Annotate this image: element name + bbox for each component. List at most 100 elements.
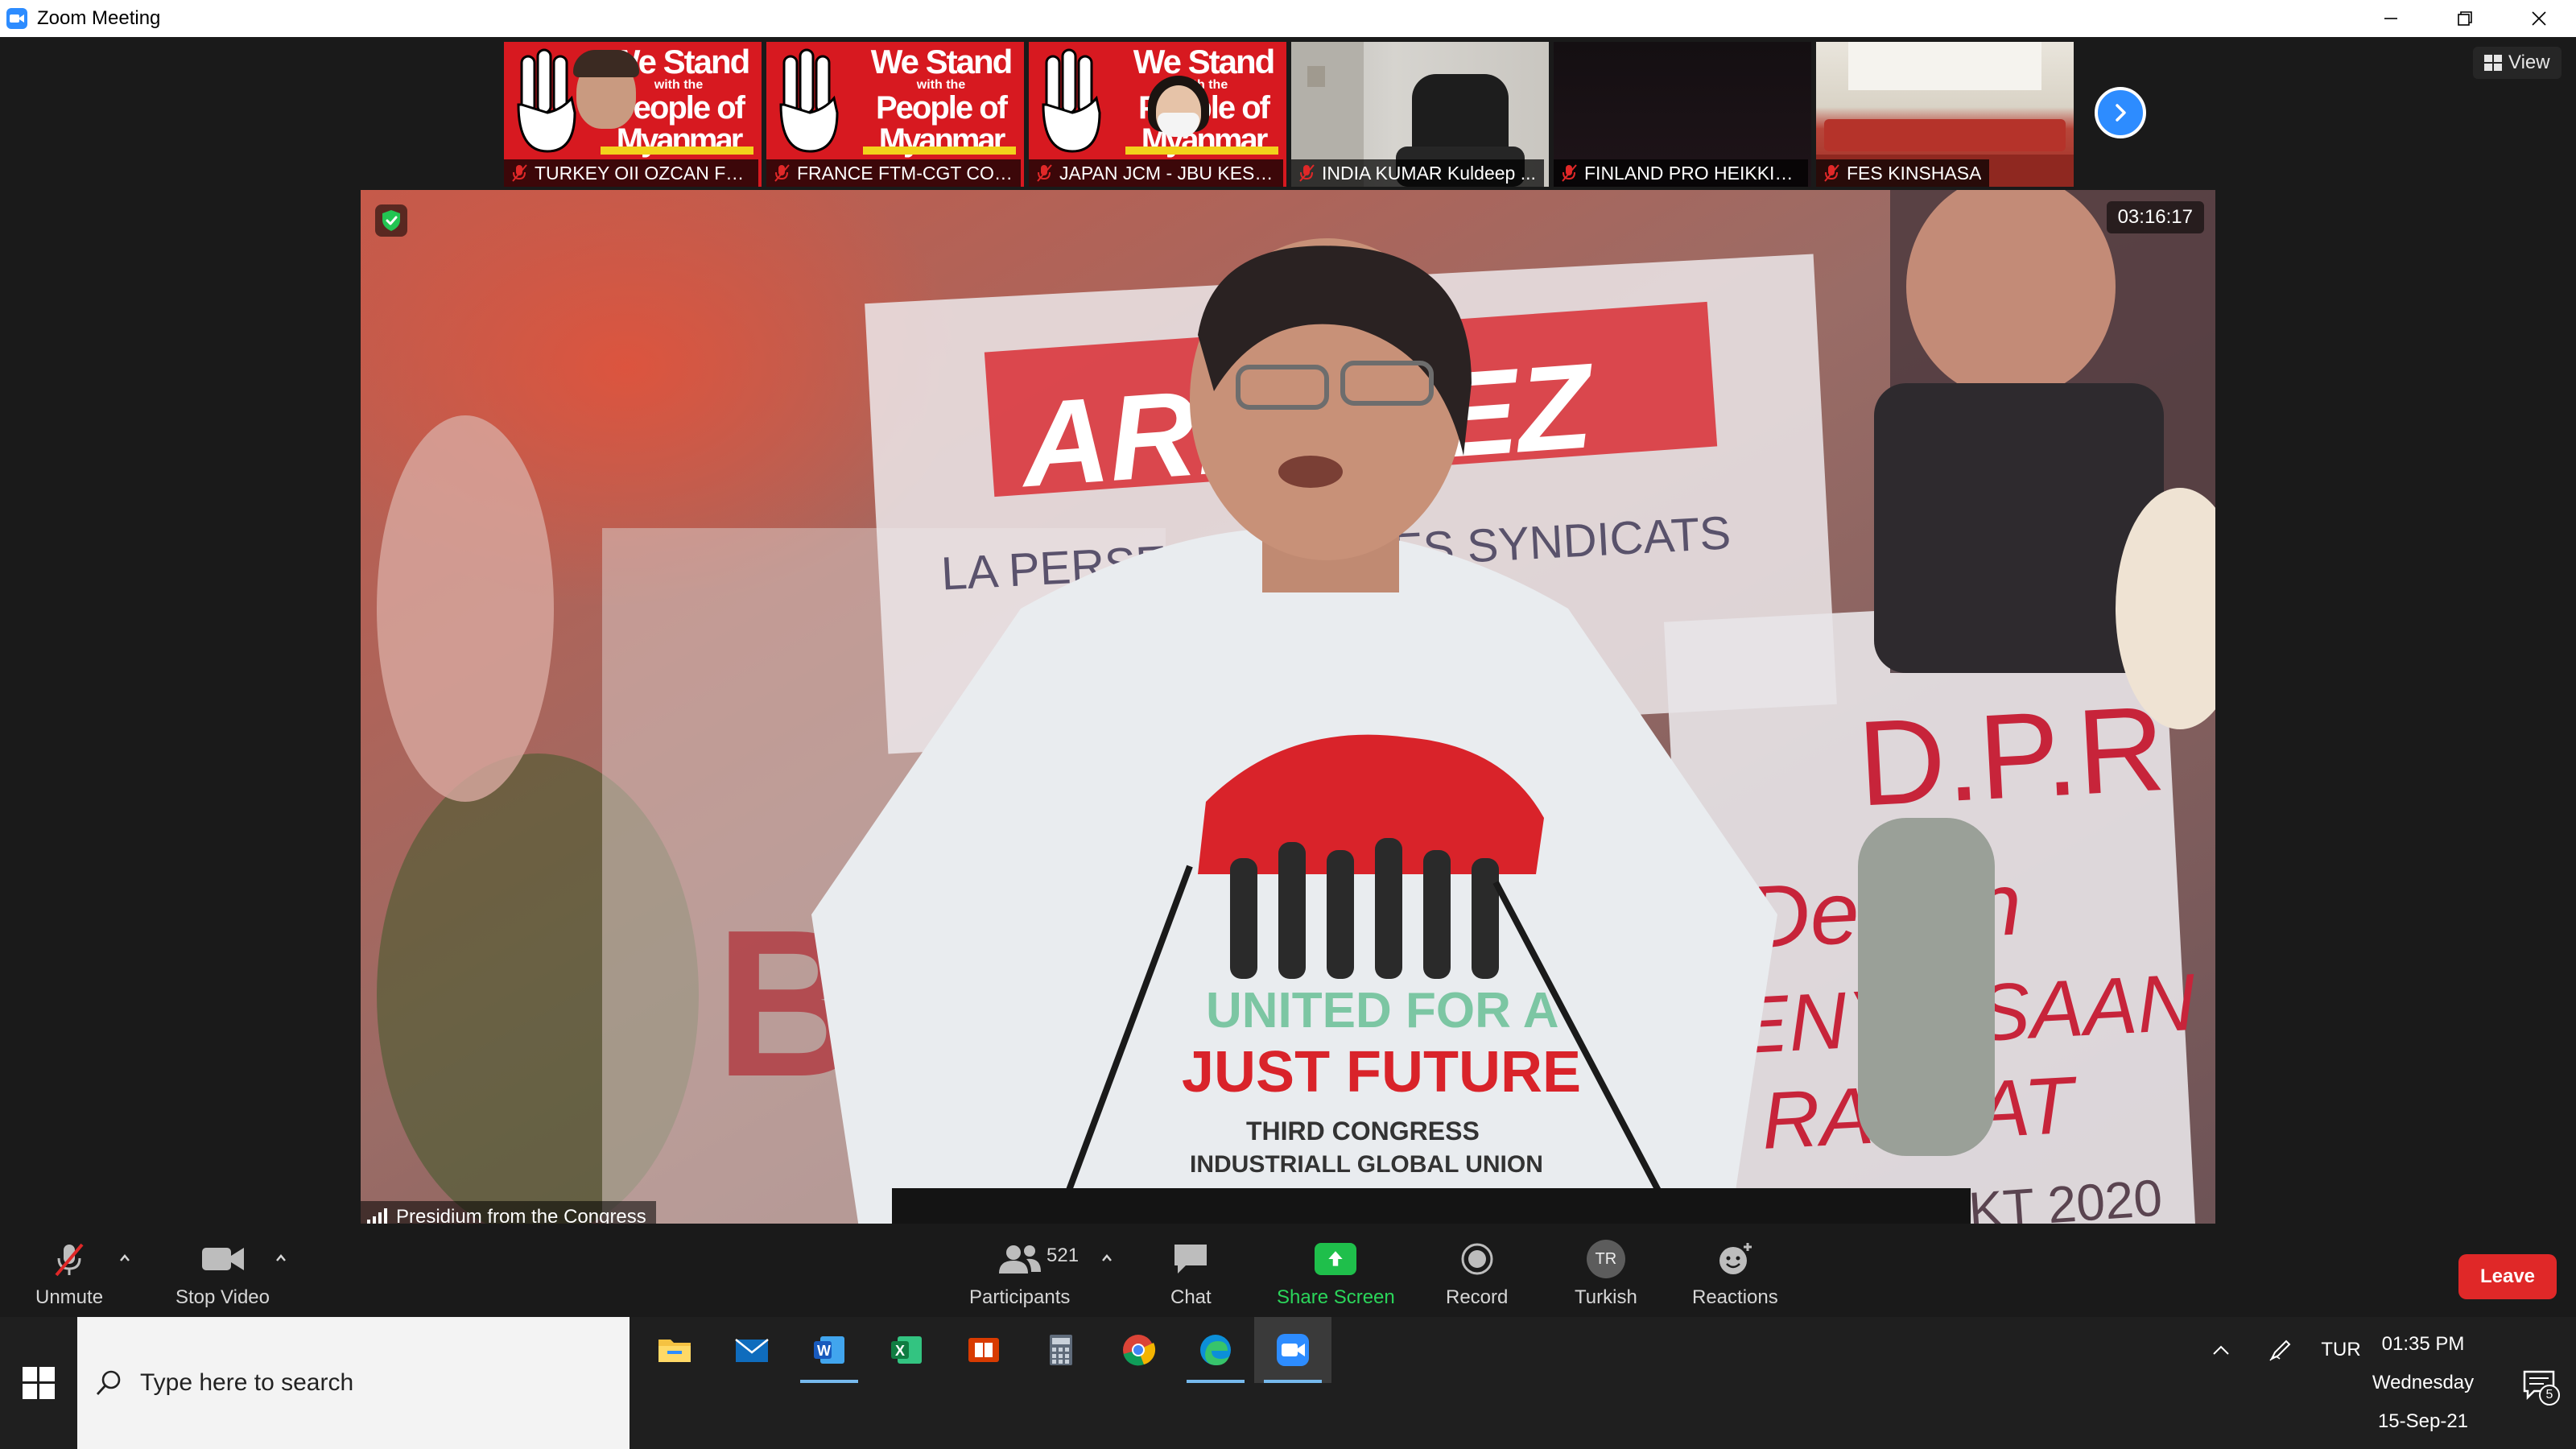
action-center-button[interactable]: 5 (2520, 1368, 2560, 1406)
restore-button[interactable] (2428, 0, 2502, 37)
chat-button[interactable]: Chat (1170, 1238, 1212, 1309)
participant-tile[interactable]: FES KINSHASA (1816, 42, 2074, 187)
poster-stripe (601, 147, 753, 155)
participant-name-label: FRANCE FTM-CGT COR... (766, 159, 1021, 187)
speaker-scene: ARRÊTEZ LA PERSECUTION DES SYNDICATS D.P… (361, 190, 2215, 1233)
participant-name: TURKEY OII OZCAN Ful... (535, 162, 750, 184)
taskbar-search[interactable]: Type here to search (77, 1317, 630, 1449)
record-button[interactable]: Record (1446, 1238, 1508, 1309)
record-label: Record (1446, 1286, 1509, 1308)
minimize-icon (2384, 18, 2397, 19)
interpretation-label: Turkish (1575, 1286, 1637, 1308)
share-screen-button[interactable]: Share Screen (1277, 1238, 1395, 1309)
taskbar-excel[interactable]: X (868, 1317, 945, 1383)
poster-stripe (1125, 147, 1278, 155)
participant-name-label: TURKEY OII OZCAN Ful... (504, 159, 758, 187)
record-icon (1461, 1243, 1493, 1275)
smiley-plus-icon (1719, 1243, 1752, 1274)
stop-video-label: Stop Video (175, 1286, 270, 1308)
muted-mic-icon (774, 164, 790, 182)
clock-day: Wednesday (2372, 1372, 2475, 1393)
poster-line: People of (875, 90, 1008, 126)
chevron-right-icon (2116, 104, 2126, 122)
participant-name: FINLAND PRO HEIKKIN... (1584, 162, 1800, 184)
taskbar-calculator[interactable] (1022, 1317, 1100, 1383)
encryption-badge[interactable] (375, 204, 407, 237)
frame (1307, 66, 1325, 87)
windows-logo-icon (23, 1367, 55, 1399)
participants-options-caret-icon[interactable] (1100, 1251, 1114, 1265)
tshirt-line-2: JUST FUTURE (1182, 1040, 1581, 1104)
conference-table (1824, 119, 2066, 151)
taskbar-chrome[interactable] (1100, 1317, 1177, 1383)
close-button[interactable] (2502, 0, 2576, 37)
tshirt-line-3: THIRD CONGRESS (1246, 1117, 1480, 1146)
running-indicator (1264, 1380, 1322, 1383)
clock-time: 01:35 PM (2381, 1333, 2465, 1355)
audio-options-caret-icon[interactable] (118, 1251, 132, 1265)
stop-video-button[interactable]: Stop Video (175, 1238, 270, 1309)
interpretation-button[interactable]: TR Turkish (1575, 1238, 1637, 1309)
video-options-caret-icon[interactable] (274, 1251, 288, 1265)
participants-icon (998, 1245, 1041, 1274)
view-button[interactable]: View (2473, 47, 2562, 79)
start-button[interactable] (0, 1317, 77, 1449)
excel-icon: X (891, 1336, 922, 1364)
system-clock[interactable]: 01:35 PM Wednesday 15-Sep-21 (2351, 1317, 2496, 1449)
sign-text-dpr: D.P.R (1855, 680, 2168, 832)
taskbar-file-explorer[interactable] (636, 1317, 713, 1383)
search-placeholder: Type here to search (140, 1369, 354, 1396)
view-label: View (2508, 52, 2550, 73)
muted-mic-icon (512, 164, 527, 182)
pen-workspace-button[interactable] (2260, 1317, 2301, 1383)
close-icon (2532, 11, 2546, 26)
running-indicator (1187, 1380, 1245, 1383)
minimize-button[interactable] (2354, 0, 2428, 37)
window-light (1848, 42, 2041, 90)
meeting-timer: 03:16:17 (2106, 201, 2204, 233)
unmute-button[interactable]: Unmute (35, 1238, 103, 1309)
reactions-button[interactable]: Reactions (1692, 1238, 1778, 1309)
calculator-icon (1050, 1335, 1072, 1365)
zoom-app-icon (1277, 1334, 1309, 1366)
participant-tile[interactable]: We Stand with the People of Myanmar FRAN… (766, 42, 1024, 187)
share-arrow-icon (1328, 1251, 1344, 1266)
taskbar-word[interactable]: W (791, 1317, 868, 1383)
participant-tile[interactable]: We Stand with the People of Myanmar JAPA… (1029, 42, 1286, 187)
reactions-label: Reactions (1692, 1286, 1778, 1308)
taskbar-mail[interactable] (713, 1317, 791, 1383)
title-bar: Zoom Meeting (0, 0, 2576, 37)
show-hidden-icons-button[interactable] (2201, 1317, 2241, 1383)
participant-name-label: INDIA KUMAR Kuldeep ... (1291, 159, 1544, 187)
word-icon: W (814, 1336, 844, 1364)
poster-stripe (863, 147, 1016, 155)
clock-date: 15-Sep-21 (2377, 1410, 2469, 1432)
participant-tile[interactable]: INDIA KUMAR Kuldeep ... (1291, 42, 1549, 187)
unmute-label: Unmute (35, 1286, 104, 1308)
taskbar-edge[interactable] (1177, 1317, 1254, 1383)
muted-mic-icon (1037, 164, 1052, 182)
chat-bubble-icon (1174, 1245, 1208, 1274)
three-finger-salute-icon (779, 48, 839, 153)
edge-icon (1200, 1335, 1231, 1365)
participant-name-label: FES KINSHASA (1816, 159, 1990, 187)
poster-line: We Stand (1133, 43, 1276, 80)
participant-name: JAPAN JCM - JBU KESA... (1059, 162, 1275, 184)
participant-name-label: FINLAND PRO HEIKKIN... (1554, 159, 1808, 187)
book-reader-icon (968, 1338, 999, 1362)
restore-icon (2458, 11, 2472, 26)
mail-icon (735, 1339, 769, 1362)
participant-tile[interactable]: We Stand with the People of Myanmar TURK… (504, 42, 762, 187)
participant-count: 521 (1046, 1245, 1080, 1266)
three-finger-salute-icon (1042, 48, 1101, 153)
chat-label: Chat (1170, 1286, 1212, 1308)
leave-button[interactable]: Leave (2458, 1254, 2557, 1299)
taskbar-zoom[interactable] (1254, 1317, 1331, 1383)
chrome-icon (1123, 1335, 1156, 1366)
next-page-button[interactable] (2095, 87, 2146, 138)
participants-label: Participants (969, 1286, 1071, 1308)
window-title: Zoom Meeting (37, 7, 161, 29)
taskbar-reader[interactable] (945, 1317, 1022, 1383)
three-finger-salute-icon (517, 48, 576, 153)
participant-tile[interactable]: FINLAND PRO HEIKKIN... (1554, 42, 1811, 187)
